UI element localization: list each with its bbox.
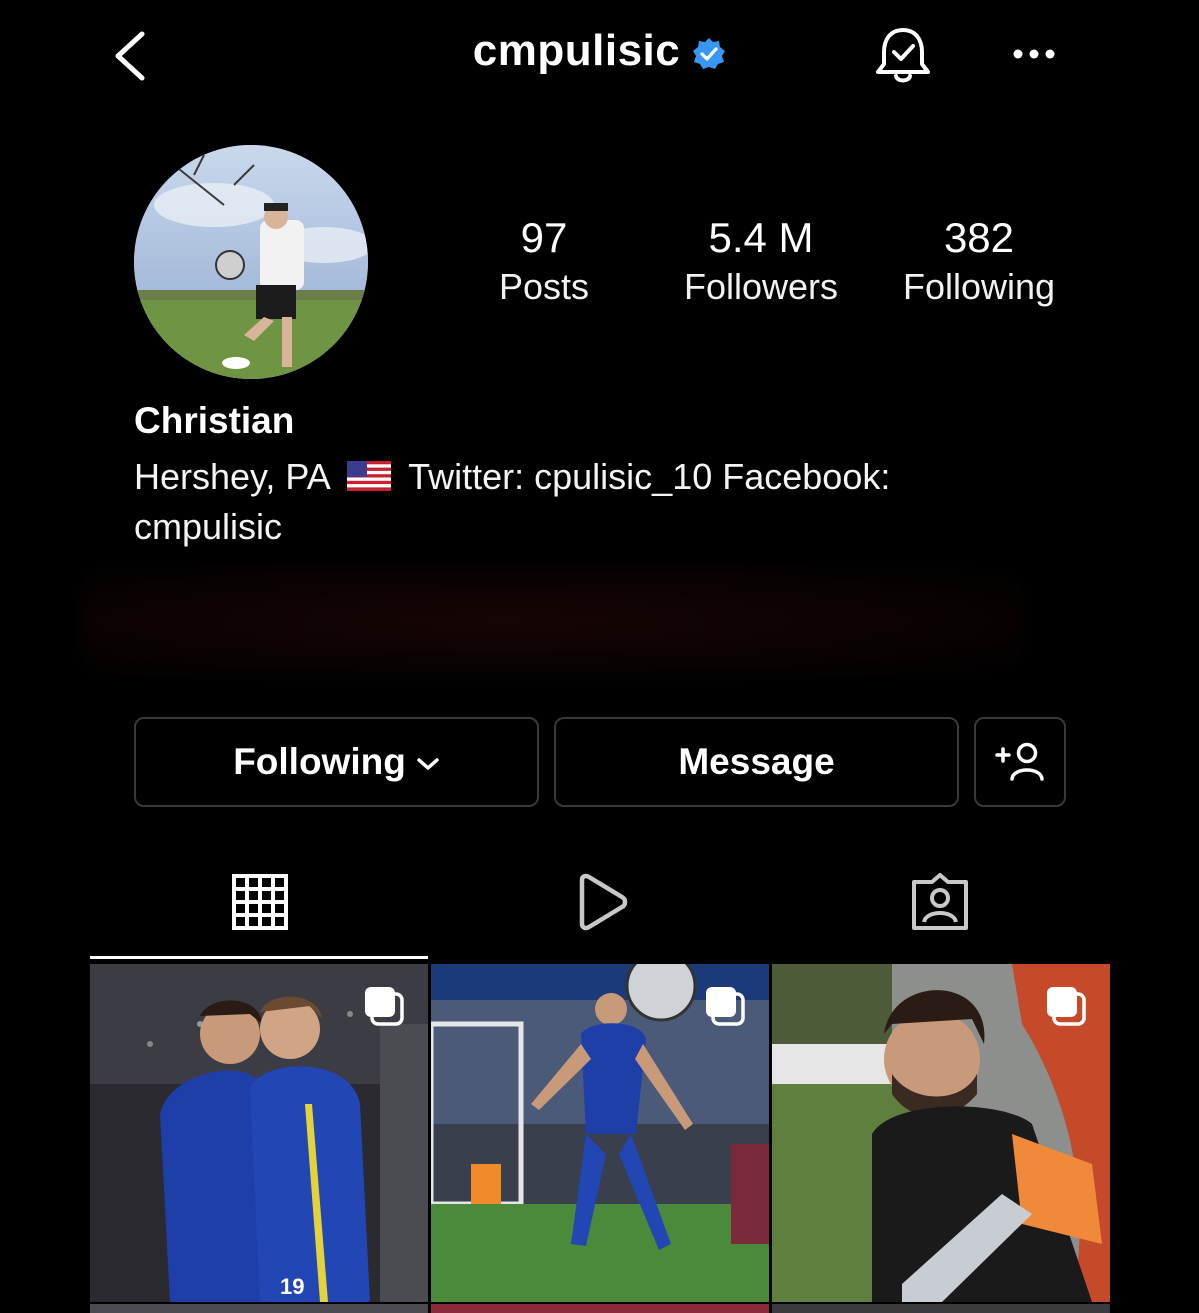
following-button[interactable]: Following — [134, 717, 539, 807]
message-button[interactable]: Message — [554, 717, 959, 807]
following-label: Following — [902, 266, 1056, 307]
username-title: cmpulisic — [472, 26, 681, 75]
posts-count: 97 — [520, 214, 568, 261]
stat-following[interactable]: 382 Following — [879, 212, 1079, 310]
bell-check-icon — [876, 28, 930, 83]
svg-text:19: 19 — [280, 1274, 304, 1299]
more-dots-icon — [1013, 49, 1055, 59]
play-icon — [579, 873, 628, 931]
tab-posts-grid[interactable] — [230, 872, 290, 932]
chevron-down-icon — [417, 758, 439, 770]
post-thumbnail[interactable] — [431, 1304, 769, 1313]
profile-avatar[interactable] — [134, 145, 368, 379]
tab-tagged[interactable] — [910, 872, 970, 932]
post-thumbnail[interactable] — [772, 964, 1110, 1302]
following-count: 382 — [943, 214, 1015, 261]
notifications-button[interactable] — [872, 24, 934, 88]
profile-name: Christian — [134, 400, 295, 441]
tab-reels[interactable] — [572, 872, 632, 932]
post-thumbnail[interactable] — [90, 1304, 428, 1313]
posts-label: Posts — [498, 266, 590, 307]
bio-text: Hershey, PA Twitter: cpulisic_10 Faceboo… — [134, 452, 1014, 552]
more-options-button[interactable] — [1010, 40, 1058, 68]
followers-count: 5.4 M — [708, 214, 814, 261]
redacted-region — [82, 566, 1022, 676]
add-user-button[interactable] — [974, 717, 1066, 807]
us-flag-icon — [346, 461, 391, 492]
post-thumbnail[interactable]: 19 — [90, 964, 428, 1302]
followers-label: Followers — [683, 266, 839, 307]
stat-followers[interactable]: 5.4 M Followers — [661, 212, 861, 310]
following-button-label: Following — [233, 741, 406, 782]
post-thumbnail[interactable] — [772, 1304, 1110, 1313]
multiple-posts-icon — [365, 987, 404, 1026]
multiple-posts-icon — [706, 987, 745, 1026]
tagged-person-icon — [912, 873, 968, 930]
stat-posts[interactable]: 97 Posts — [444, 212, 644, 310]
bio-location: Hershey, PA — [134, 456, 329, 497]
grid-icon — [232, 874, 288, 930]
add-person-icon — [995, 742, 1044, 781]
verified-badge-icon — [693, 38, 726, 69]
message-button-label: Message — [678, 741, 835, 782]
post-thumbnail[interactable] — [431, 964, 769, 1302]
multiple-posts-icon — [1047, 987, 1086, 1026]
active-tab-indicator — [90, 956, 428, 959]
